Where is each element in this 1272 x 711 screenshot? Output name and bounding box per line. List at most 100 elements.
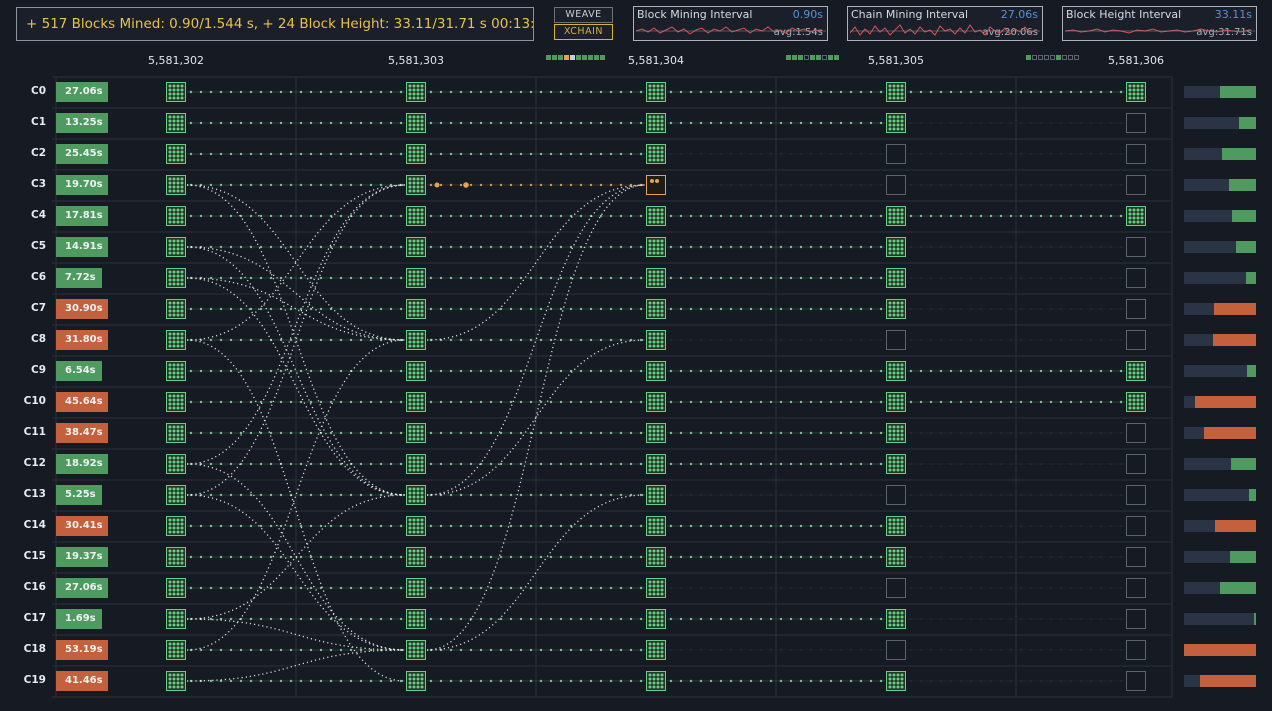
mined-block[interactable] (886, 206, 906, 226)
mined-block[interactable] (646, 640, 666, 660)
mined-block[interactable] (886, 423, 906, 443)
mined-block[interactable] (886, 82, 906, 102)
mined-block[interactable] (166, 578, 186, 598)
empty-block-slot[interactable] (1126, 144, 1146, 164)
mined-block[interactable] (886, 237, 906, 257)
mined-block[interactable] (406, 113, 426, 133)
empty-block-slot[interactable] (1126, 485, 1146, 505)
mined-block[interactable] (646, 206, 666, 226)
mined-block[interactable] (646, 609, 666, 629)
mined-block[interactable] (406, 237, 426, 257)
mined-block[interactable] (406, 516, 426, 536)
mined-block[interactable] (646, 144, 666, 164)
mined-block[interactable] (406, 268, 426, 288)
mined-block[interactable] (166, 609, 186, 629)
mined-block[interactable] (166, 423, 186, 443)
mined-block[interactable] (406, 175, 426, 195)
mined-block[interactable] (646, 671, 666, 691)
mined-block[interactable] (166, 330, 186, 350)
mined-block[interactable] (886, 454, 906, 474)
empty-block-slot[interactable] (886, 578, 906, 598)
mined-block[interactable] (646, 237, 666, 257)
mined-block[interactable] (886, 609, 906, 629)
mined-block[interactable] (646, 299, 666, 319)
mined-block[interactable] (166, 485, 186, 505)
empty-block-slot[interactable] (1126, 671, 1146, 691)
empty-block-slot[interactable] (1126, 454, 1146, 474)
empty-block-slot[interactable] (886, 330, 906, 350)
mined-block[interactable] (166, 268, 186, 288)
empty-block-slot[interactable] (886, 144, 906, 164)
mined-block[interactable] (166, 547, 186, 567)
empty-block-slot[interactable] (1126, 640, 1146, 660)
mined-block[interactable] (646, 82, 666, 102)
mined-block[interactable] (1126, 82, 1146, 102)
weave-mode-button[interactable]: WEAVE (554, 7, 613, 23)
mined-block[interactable] (646, 485, 666, 505)
mined-block[interactable] (166, 113, 186, 133)
mined-block[interactable] (886, 516, 906, 536)
empty-block-slot[interactable] (1126, 578, 1146, 598)
mined-block[interactable] (646, 423, 666, 443)
mined-block[interactable] (406, 330, 426, 350)
mined-block[interactable] (166, 175, 186, 195)
mined-block[interactable] (406, 547, 426, 567)
mined-block[interactable] (1126, 361, 1146, 381)
mined-block[interactable] (646, 454, 666, 474)
mined-block[interactable] (886, 547, 906, 567)
empty-block-slot[interactable] (1126, 175, 1146, 195)
mined-block[interactable] (646, 392, 666, 412)
empty-block-slot[interactable] (886, 640, 906, 660)
mined-block[interactable] (886, 299, 906, 319)
mined-block[interactable] (406, 361, 426, 381)
mined-block[interactable] (646, 516, 666, 536)
mined-block[interactable] (166, 144, 186, 164)
mined-block[interactable] (406, 423, 426, 443)
mined-block[interactable] (166, 361, 186, 381)
mined-block[interactable] (406, 144, 426, 164)
mined-block[interactable] (406, 671, 426, 691)
mined-block[interactable] (646, 268, 666, 288)
mined-block[interactable] (886, 392, 906, 412)
empty-block-slot[interactable] (1126, 516, 1146, 536)
mined-block[interactable] (406, 609, 426, 629)
mined-block[interactable] (406, 640, 426, 660)
mined-block[interactable] (886, 671, 906, 691)
mined-block[interactable] (406, 206, 426, 226)
mined-block[interactable] (886, 268, 906, 288)
empty-block-slot[interactable] (1126, 299, 1146, 319)
mined-block[interactable] (406, 578, 426, 598)
empty-block-slot[interactable] (886, 485, 906, 505)
empty-block-slot[interactable] (886, 175, 906, 195)
xchain-mode-button[interactable]: XCHAIN (554, 24, 613, 40)
mined-block[interactable] (646, 330, 666, 350)
empty-block-slot[interactable] (1126, 609, 1146, 629)
empty-block-slot[interactable] (1126, 113, 1146, 133)
empty-block-slot[interactable] (1126, 237, 1146, 257)
mined-block[interactable] (646, 578, 666, 598)
empty-block-slot[interactable] (1126, 330, 1146, 350)
mined-block[interactable] (166, 392, 186, 412)
mined-block[interactable] (166, 671, 186, 691)
mined-block[interactable] (646, 361, 666, 381)
mined-block[interactable] (886, 361, 906, 381)
mined-block[interactable] (646, 113, 666, 133)
mined-block[interactable] (886, 113, 906, 133)
mined-block[interactable] (166, 237, 186, 257)
mined-block[interactable] (166, 516, 186, 536)
empty-block-slot[interactable] (1126, 268, 1146, 288)
pending-block[interactable] (646, 175, 666, 195)
mined-block[interactable] (1126, 392, 1146, 412)
mined-block[interactable] (406, 82, 426, 102)
mined-block[interactable] (166, 82, 186, 102)
mined-block[interactable] (406, 299, 426, 319)
empty-block-slot[interactable] (1126, 547, 1146, 567)
mined-block[interactable] (406, 485, 426, 505)
mined-block[interactable] (406, 454, 426, 474)
mined-block[interactable] (166, 640, 186, 660)
mined-block[interactable] (406, 392, 426, 412)
mined-block[interactable] (166, 454, 186, 474)
mined-block[interactable] (166, 299, 186, 319)
mined-block[interactable] (166, 206, 186, 226)
mined-block[interactable] (1126, 206, 1146, 226)
